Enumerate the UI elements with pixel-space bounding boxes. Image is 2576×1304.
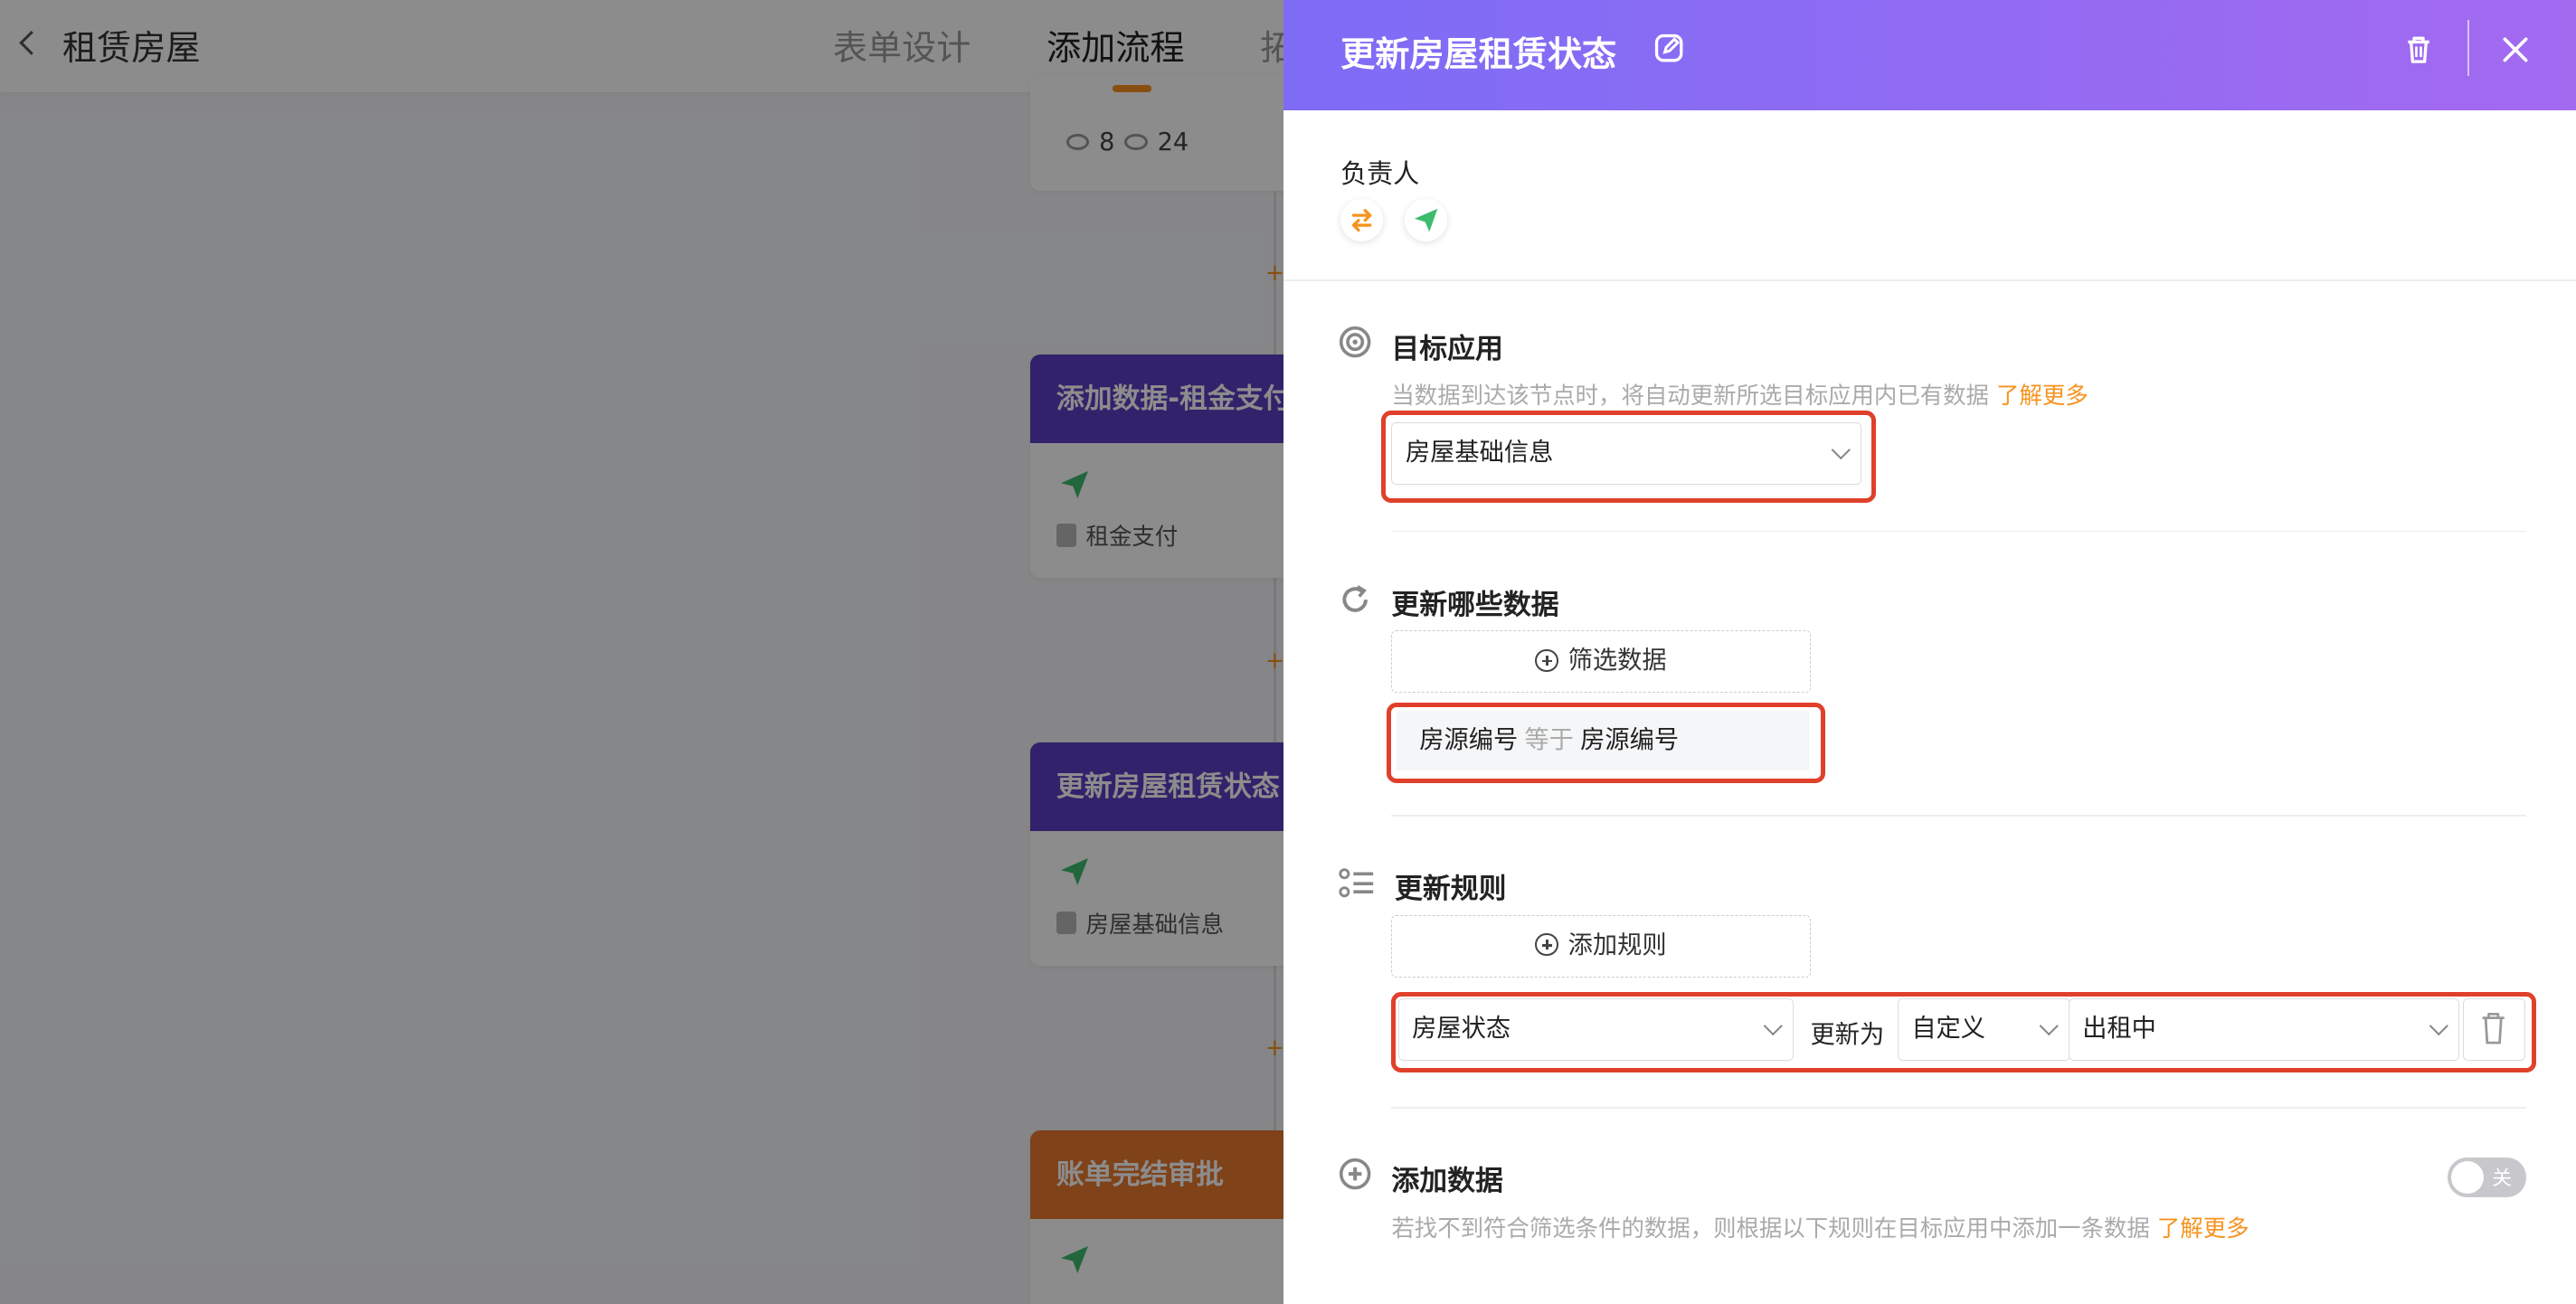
delete-rule-button[interactable]: [2462, 998, 2525, 1062]
condition-value: 房源编号: [1580, 726, 1680, 755]
learn-more-link[interactable]: 了解更多: [1996, 382, 2088, 409]
target-icon: [1340, 326, 1371, 358]
update-rules-title: 更新规则: [1395, 873, 1507, 906]
list-rules-icon: [1339, 868, 1374, 898]
filter-condition[interactable]: 房源编号 等于 房源编号: [1396, 711, 1809, 770]
section-divider: [1391, 530, 2527, 533]
add-circle-icon: [1340, 1158, 1371, 1190]
owner-label: 负责人: [1340, 157, 1420, 189]
chevron-down-icon: [1831, 439, 1851, 459]
close-icon[interactable]: [2497, 32, 2533, 68]
which-data-title: 更新哪些数据: [1391, 588, 1559, 621]
add-rule-button[interactable]: 添加规则: [1391, 914, 1811, 978]
add-data-toggle[interactable]: 关: [2448, 1158, 2527, 1198]
section-divider: [1283, 279, 2576, 281]
target-app-value: 房屋基础信息: [1405, 438, 1554, 467]
filter-data-button[interactable]: 筛选数据: [1391, 630, 1811, 694]
drawer-title[interactable]: 更新房屋租赁状态: [1340, 26, 1616, 76]
target-app-title: 目标应用: [1391, 332, 1503, 365]
add-circle-icon: [1535, 648, 1558, 673]
rule-mode-select[interactable]: 自定义: [1897, 998, 2070, 1062]
transfer-icon[interactable]: [1340, 198, 1384, 241]
toggle-label: 关: [2492, 1167, 2513, 1190]
condition-operator: 等于: [1524, 726, 1574, 755]
target-app-desc: 当数据到达该节点时，将自动更新所选目标应用内已有数据 了解更多: [1391, 381, 2088, 409]
delete-icon[interactable]: [2401, 30, 2437, 70]
drawer-header: 更新房屋租赁状态: [1283, 0, 2576, 110]
refresh-icon: [1342, 584, 1368, 612]
edit-icon[interactable]: [1653, 32, 1685, 64]
rule-value: 出租中: [2082, 1015, 2156, 1044]
condition-field: 房源编号: [1419, 726, 1519, 755]
learn-more-link[interactable]: 了解更多: [2157, 1214, 2249, 1242]
header-divider: [2467, 19, 2469, 76]
rule-mode-value: 自定义: [1911, 1015, 1986, 1044]
chevron-down-icon: [2429, 1016, 2448, 1035]
update-to-label: 更新为: [1810, 1020, 1885, 1049]
section-divider: [1391, 814, 2527, 817]
chevron-down-icon: [1764, 1016, 1783, 1035]
send-icon[interactable]: [1404, 198, 1448, 241]
section-divider: [1391, 1107, 2527, 1109]
toggle-knob: [2450, 1161, 2485, 1195]
chevron-down-icon: [2040, 1016, 2059, 1035]
add-circle-icon: [1535, 932, 1558, 957]
rule-value-select[interactable]: 出租中: [2068, 998, 2459, 1062]
rule-field-select[interactable]: 房屋状态: [1397, 998, 1795, 1062]
trash-icon: [2482, 1013, 2505, 1044]
add-data-title: 添加数据: [1391, 1165, 1503, 1198]
node-config-drawer: 更新房屋租赁状态 负责人 目标应用 当数据到达该节点时，将自动更新所选目标应用内…: [1283, 0, 2576, 1304]
target-app-select[interactable]: 房屋基础信息: [1391, 421, 1861, 485]
add-data-desc: 若找不到符合筛选条件的数据，则根据以下规则在目标应用中添加一条数据 了解更多: [1391, 1214, 2249, 1242]
rule-field-value: 房屋状态: [1412, 1015, 1511, 1044]
